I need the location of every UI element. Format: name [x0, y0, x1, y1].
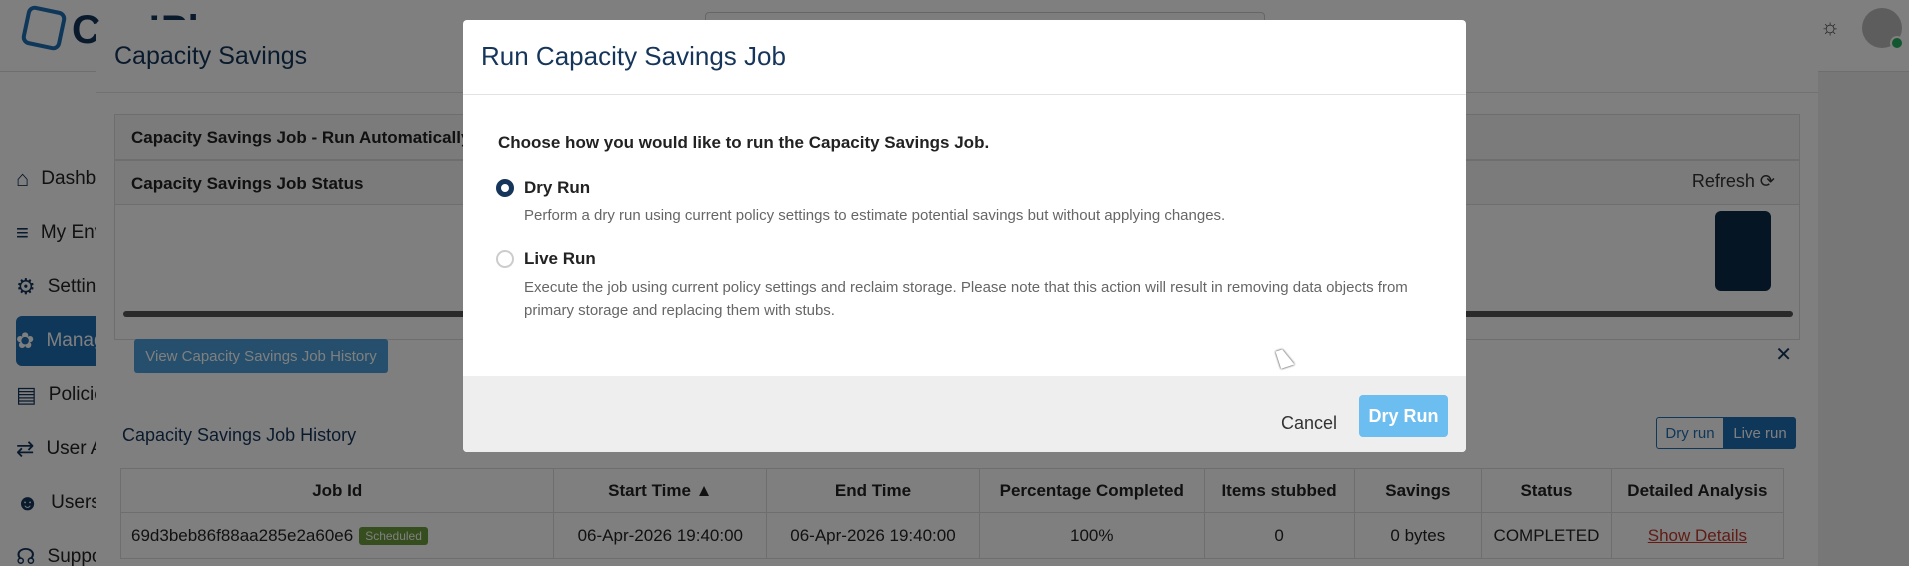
live-run-radio[interactable]: [496, 250, 514, 268]
dry-run-button[interactable]: Dry Run: [1359, 395, 1448, 437]
modal-prompt: Choose how you would like to run the Cap…: [498, 133, 990, 152]
divider: [463, 94, 1466, 95]
dry-run-label[interactable]: Dry Run: [524, 178, 590, 198]
dry-run-radio[interactable]: [496, 179, 514, 197]
cancel-button[interactable]: Cancel: [1281, 413, 1337, 434]
modal-title: Run Capacity Savings Job: [481, 41, 786, 71]
dry-run-description: Perform a dry run using current policy s…: [524, 207, 1226, 224]
live-run-description: Execute the job using current policy set…: [524, 279, 1408, 319]
modal-footer: Cancel Dry Run: [463, 376, 1466, 452]
live-run-label[interactable]: Live Run: [524, 249, 596, 269]
run-job-modal: Run Capacity Savings Job Choose how you …: [463, 20, 1466, 452]
